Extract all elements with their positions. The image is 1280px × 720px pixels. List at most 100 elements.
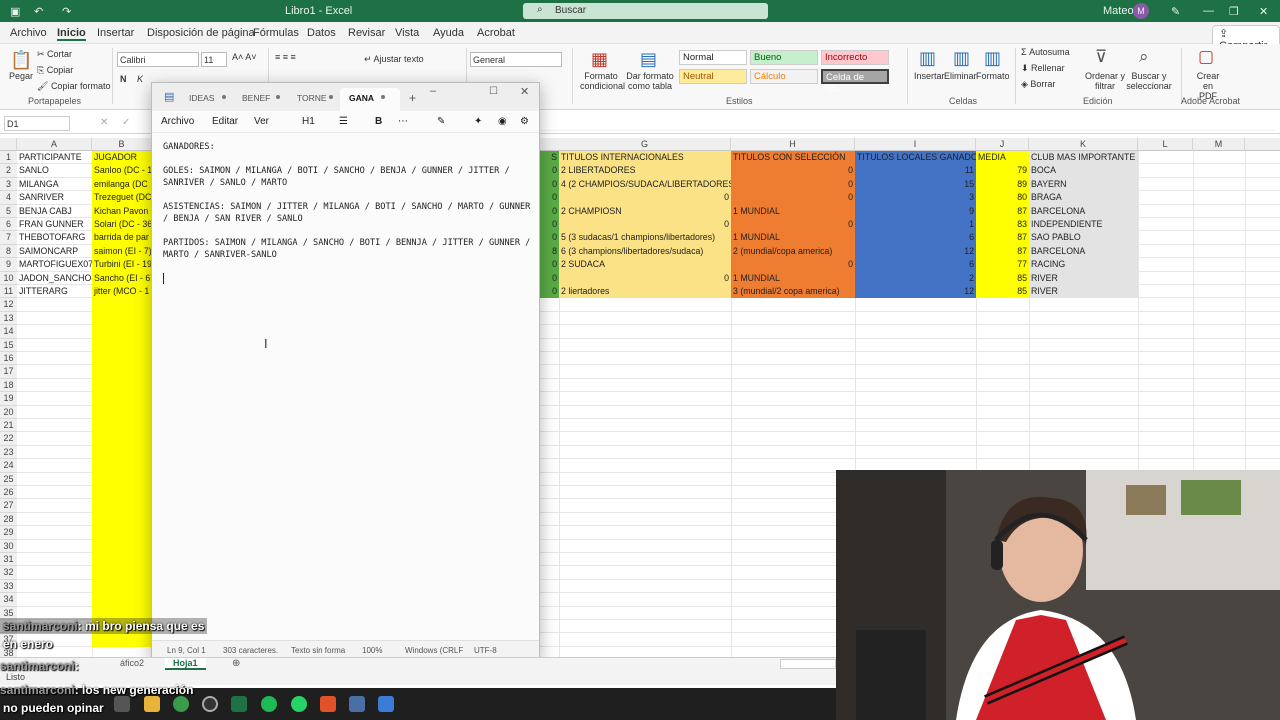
player-cell[interactable]: Trezeguet (DC — [92, 191, 152, 205]
intl-titles-cell[interactable]: 5 (3 sudacas/1 champions/libertadores) — [559, 231, 731, 245]
align-icons[interactable]: ≡ ≡ ≡ — [275, 52, 296, 62]
row-header[interactable]: 29 — [0, 526, 17, 540]
local-titles-cell[interactable]: 6 — [855, 231, 976, 245]
column-header[interactable]: J — [976, 138, 1029, 151]
more-icon[interactable]: ⋯ — [398, 116, 408, 127]
search-box[interactable]: ⌕ Buscar — [523, 3, 768, 19]
local-titles-cell[interactable]: 12 — [855, 244, 976, 259]
row-header[interactable]: 6 — [0, 218, 17, 232]
player-cell[interactable]: jitter (MCO - 1 — [92, 285, 152, 299]
file-explorer-icon[interactable] — [144, 696, 160, 712]
bold-icon[interactable]: N — [120, 74, 127, 84]
national-titles-number[interactable]: 0 — [731, 258, 855, 271]
national-titles-cell[interactable]: 1 MUNDIAL — [731, 271, 855, 285]
local-titles-cell[interactable]: 11 — [855, 164, 976, 178]
player-cell[interactable]: Solari (DC - 36 — [92, 218, 152, 232]
row-header[interactable]: 28 — [0, 512, 17, 527]
f-value-cell[interactable]: 0 — [540, 231, 559, 245]
insert-cells-button[interactable]: Insertar — [914, 71, 945, 81]
spotify-icon[interactable] — [261, 696, 277, 712]
national-titles-cell[interactable]: 1 MUNDIAL — [731, 204, 855, 218]
horizontal-scrollbar[interactable] — [780, 659, 836, 669]
row-header[interactable]: 24 — [0, 459, 17, 473]
status-zoom[interactable]: 100% — [362, 646, 382, 655]
pen-icon[interactable]: ✎ — [1171, 5, 1180, 18]
intl-titles-cell[interactable]: 2 SUDACA — [559, 258, 731, 272]
redo-icon[interactable]: ↷ — [62, 5, 71, 18]
task-view-icon[interactable] — [114, 696, 130, 712]
notepad-text-area[interactable]: GANADORES: GOLES: SAIMON / MILANGA / BOT… — [163, 141, 533, 273]
intl-titles-number[interactable]: 0 — [559, 218, 731, 231]
intl-titles-number[interactable]: 0 — [559, 191, 731, 204]
row-header[interactable]: 17 — [0, 365, 17, 379]
national-titles-number[interactable]: 0 — [731, 178, 855, 191]
column-header[interactable]: M — [1193, 138, 1245, 151]
row-header[interactable]: 1 — [0, 151, 17, 165]
local-titles-cell[interactable]: 6 — [855, 258, 976, 272]
row-header[interactable]: 23 — [0, 445, 17, 460]
media-cell[interactable]: 80 — [976, 191, 1029, 205]
f-value-cell[interactable]: 0 — [540, 285, 559, 299]
table-format-icon[interactable]: ▤ — [640, 49, 657, 70]
intl-titles-cell[interactable]: 2 liertadores — [559, 285, 731, 299]
participant-cell[interactable]: SAIMONCARP — [17, 245, 92, 258]
delete-cells-button[interactable]: Eliminar — [944, 71, 977, 81]
wrap-text-button[interactable]: ↵ Ajustar texto — [364, 54, 424, 65]
row-header[interactable]: 4 — [0, 191, 17, 205]
club-cell[interactable]: BARCELONA — [1029, 244, 1138, 259]
column-header[interactable]: G — [559, 138, 731, 151]
row-header[interactable]: 9 — [0, 258, 17, 272]
settings-gear-icon[interactable]: ⚙ — [520, 116, 529, 127]
intl-titles-cell[interactable]: 6 (3 champions/libertadores/sudaca) — [559, 244, 731, 259]
status-encoding[interactable]: UTF-8 — [474, 646, 497, 655]
status-format[interactable]: Texto sin forma — [291, 646, 345, 655]
media-cell[interactable]: 87 — [976, 204, 1029, 218]
close-icon[interactable]: ✕ — [520, 85, 529, 98]
intl-titles-number[interactable]: 0 — [559, 272, 731, 285]
media-cell[interactable]: 79 — [976, 164, 1029, 178]
minimize-icon[interactable]: – — [430, 85, 436, 97]
sheet-tab-active[interactable]: Hoja1 — [165, 658, 206, 670]
header-titulos-seleccion[interactable]: TITULOS CON SELECCIÓN — [731, 151, 855, 165]
style-calculo[interactable]: Cálculo — [750, 69, 818, 84]
media-cell[interactable]: 85 — [976, 271, 1029, 285]
grow-font-icon[interactable]: A˄ A˅ — [232, 52, 257, 62]
media-cell[interactable]: 89 — [976, 177, 1029, 192]
participant-cell[interactable]: THEBOTOFARG — [17, 231, 92, 244]
tab-archivo[interactable]: Archivo — [10, 27, 47, 39]
row-header[interactable]: 25 — [0, 472, 17, 486]
player-cell[interactable]: emilanga (DC — [92, 177, 152, 192]
local-titles-cell[interactable]: 3 — [855, 191, 976, 205]
style-bueno[interactable]: Bueno — [750, 50, 818, 65]
status-eol[interactable]: Windows (CRLF — [405, 646, 463, 655]
column-header[interactable]: K — [1029, 138, 1138, 151]
header-club[interactable]: CLUB MAS IMPORTANTE — [1029, 151, 1138, 165]
autosum-button[interactable]: Σ Autosuma — [1021, 47, 1070, 57]
confirm-formula-icon[interactable]: ✓ — [122, 117, 130, 128]
style-normal[interactable]: Normal — [679, 50, 747, 65]
row-header[interactable]: 26 — [0, 486, 17, 500]
f-value-cell[interactable]: 0 — [540, 204, 559, 218]
tab-torne[interactable]: TORNE — [297, 93, 327, 103]
club-cell[interactable]: RIVER — [1029, 271, 1138, 285]
national-titles-cell[interactable]: 2 (mundial/copa america) — [731, 244, 855, 259]
font-size-select[interactable]: 11 — [201, 52, 227, 67]
tab-datos[interactable]: Datos — [307, 27, 336, 39]
tab-acrobat[interactable]: Acrobat — [477, 27, 515, 39]
close-icon[interactable]: ✕ — [1259, 5, 1268, 18]
pdf-icon[interactable]: ▢ — [1198, 47, 1214, 67]
fill-button[interactable]: ⬇ Rellenar — [1021, 63, 1065, 74]
row-header[interactable]: 30 — [0, 539, 17, 553]
national-titles-cell[interactable]: 1 MUNDIAL — [731, 231, 855, 245]
tab-revisar[interactable]: Revisar — [348, 27, 385, 39]
club-cell[interactable]: RACING — [1029, 258, 1138, 272]
national-titles-number[interactable]: 0 — [731, 164, 855, 177]
paste-icon[interactable]: 📋 — [10, 50, 32, 71]
club-cell[interactable]: RIVER — [1029, 285, 1138, 299]
national-titles-number[interactable]: 0 — [731, 218, 855, 231]
row-header[interactable]: 22 — [0, 432, 17, 446]
row-header[interactable]: 5 — [0, 204, 17, 218]
media-cell[interactable]: 87 — [976, 244, 1029, 259]
local-titles-cell[interactable]: 12 — [855, 285, 976, 299]
player-cell[interactable]: Sanloo (DC - 1 — [92, 164, 152, 178]
